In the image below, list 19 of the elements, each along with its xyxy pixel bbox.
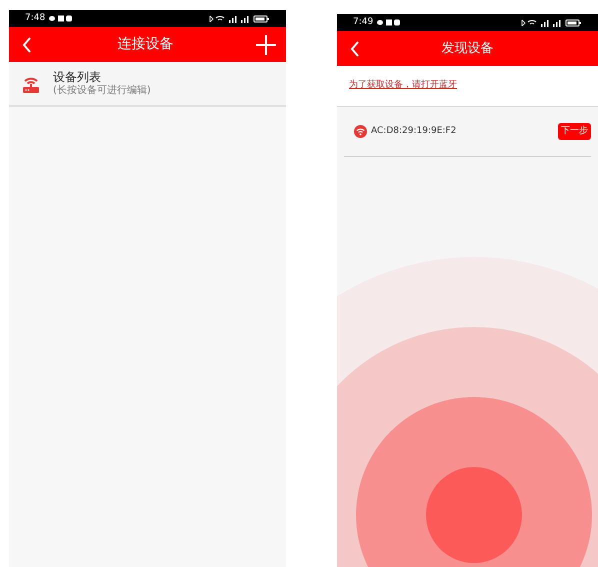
add-button[interactable] [254, 32, 278, 56]
list-title: 设备列表 [53, 70, 102, 84]
back-icon [350, 40, 360, 56]
status-time: 7:49 [353, 18, 374, 27]
bluetooth-notice-link[interactable]: 为了获取设备，请打开蓝牙 [349, 79, 457, 93]
list-subtitle: (长按设备可进行编辑) [53, 84, 151, 98]
plus-icon [256, 34, 276, 54]
back-icon [22, 36, 32, 52]
wifi-icon [354, 125, 367, 138]
signal-battery-icons [208, 14, 270, 22]
next-step-button[interactable]: 下一步 [558, 122, 591, 140]
status-icons [49, 15, 74, 22]
status-time: 7:48 [25, 14, 46, 23]
device-row[interactable]: AC:D8:29:19:9E:F2 下一步 [344, 107, 591, 157]
device-address: AC:D8:29:19:9E:F2 [371, 124, 456, 138]
status-icons [377, 19, 402, 26]
header-title: 连接设备 [118, 35, 174, 54]
header-title: 发现设备 [442, 40, 494, 58]
signal-battery-icons [520, 18, 582, 26]
